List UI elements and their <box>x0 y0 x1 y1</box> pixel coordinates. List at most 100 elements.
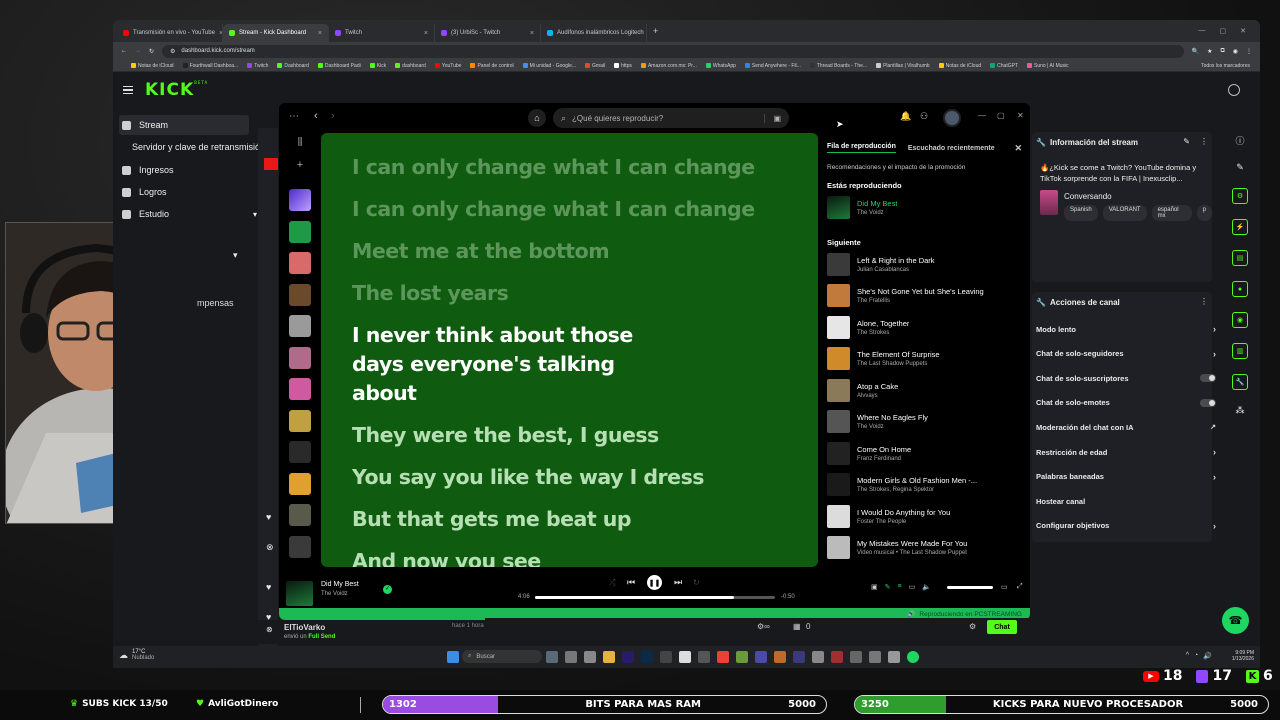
lyric-line[interactable]: You say you like the way I dress <box>352 463 787 492</box>
playlist-cover[interactable] <box>289 189 311 211</box>
channel-action-item[interactable]: Modo lento › <box>1036 318 1216 340</box>
library-icon[interactable]: ⫼ <box>289 137 311 159</box>
nav-item-revenue[interactable]: Ingresos <box>119 160 249 180</box>
chrome-icon[interactable] <box>716 650 729 663</box>
queue-item[interactable]: Alone, Together The Strokes <box>827 312 1022 344</box>
current-lyric-line[interactable]: I never think about those days everyone'… <box>352 321 682 408</box>
minimize-icon[interactable]: — <box>978 111 986 120</box>
lyric-line[interactable]: Meet me at the bottom <box>352 237 787 266</box>
bookmark-item[interactable]: Amazon.com.mx: Pr... <box>640 63 697 69</box>
playlist-cover[interactable] <box>289 252 311 274</box>
browser-tab-kick[interactable]: Stream - Kick Dashboard × <box>223 24 329 42</box>
bookmark-item[interactable]: Notas de iCloud <box>131 63 174 69</box>
nav-item-server-key[interactable]: Servidor y clave de retransmisión <box>119 137 264 157</box>
lyric-line[interactable]: I can only change what I can change <box>352 153 787 182</box>
close-window-icon[interactable]: ✕ <box>1017 111 1024 120</box>
app-icon[interactable] <box>811 650 824 663</box>
bookmark-item[interactable]: Plantillas | Viralhumb <box>876 63 930 69</box>
close-icon[interactable]: ✕ <box>1014 143 1022 154</box>
playlist-cover[interactable] <box>289 441 311 463</box>
chat-settings-icon[interactable]: ⚙ <box>969 622 976 631</box>
nav-item-stream[interactable]: Stream <box>119 115 249 135</box>
playlist-cover[interactable] <box>289 409 311 432</box>
nav-item-achievements[interactable]: Logros <box>119 182 249 202</box>
settings-icon[interactable]: ⚙ <box>1232 188 1248 204</box>
app-icon[interactable] <box>887 650 900 663</box>
heart-icon[interactable]: ♥ <box>266 512 271 522</box>
playlist-cover[interactable] <box>289 346 311 369</box>
bookmark-item[interactable]: Panel de control <box>470 63 514 69</box>
spotify-search-input[interactable]: ⌕ ¿Qué quieres reproducir? ▣ <box>553 108 789 128</box>
bookmark-item[interactable]: dashboard <box>395 63 426 69</box>
playlist-cover[interactable] <box>289 220 311 243</box>
taskview-icon[interactable] <box>545 650 558 663</box>
hamburger-menu-icon[interactable] <box>123 85 133 95</box>
bookmark-item[interactable]: Thread Boards - The... <box>809 63 867 69</box>
queue-item[interactable]: I Would Do Anything for You Foster The Pe… <box>827 501 1022 533</box>
spotify-icon[interactable] <box>906 650 919 663</box>
bookmark-item[interactable]: https <box>614 63 632 69</box>
playlist-cover[interactable] <box>289 535 311 558</box>
all-bookmarks-folder[interactable]: Todos los marcadores <box>1201 63 1260 69</box>
menu-dots-icon[interactable]: ⋯ <box>289 111 299 122</box>
bookmark-item[interactable]: Gmail <box>585 63 605 69</box>
playlist-cover[interactable] <box>289 283 311 306</box>
browser-tab-logitech[interactable]: Audífonos inalámbricos Logitech× <box>541 24 647 42</box>
globe-icon[interactable] <box>1228 84 1240 96</box>
channel-action-item[interactable]: Chat de solo-emotes <box>1036 392 1216 414</box>
channel-action-item[interactable]: Hostear canal <box>1036 490 1216 512</box>
mini-player-icon[interactable]: ▭ <box>1001 583 1008 591</box>
browser-tab-youtube[interactable]: Transmisión en vivo - YouTube × <box>117 24 223 42</box>
chat-username[interactable]: ElTioVarko <box>284 623 325 632</box>
support-button[interactable]: ☎ <box>1222 607 1249 634</box>
category-name[interactable]: Conversando <box>1064 192 1112 201</box>
close-tab-icon[interactable]: × <box>530 30 534 37</box>
close-tab-icon[interactable]: × <box>424 30 428 37</box>
pen-icon[interactable]: ✎ <box>1236 162 1244 173</box>
premiere-icon[interactable] <box>621 650 634 663</box>
extensions-icon[interactable]: ⧉ <box>1220 48 1224 55</box>
back-icon[interactable]: ← <box>121 48 127 54</box>
kick-logo[interactable]: KICKBETA <box>145 80 208 100</box>
app-icon[interactable] <box>564 650 577 663</box>
info-icon[interactable]: ⓘ <box>1235 134 1244 147</box>
queue-item[interactable]: Atop a Cake Alvvays <box>827 375 1022 407</box>
layers-icon[interactable]: ▥ <box>1232 343 1248 359</box>
home-icon[interactable]: ⌂ <box>528 109 546 127</box>
broadcast-icon[interactable]: ◉ <box>1232 312 1248 328</box>
avatar[interactable] <box>943 109 961 127</box>
tool-icon[interactable]: 🔧 <box>1232 374 1248 390</box>
repeat-icon[interactable]: ↻ <box>693 578 700 587</box>
bookmark-item[interactable]: Send Anywhere - Fil... <box>744 63 801 69</box>
site-info-icon[interactable]: ⚙ <box>170 48 175 55</box>
windows-start-icon[interactable] <box>446 650 459 663</box>
points-icon[interactable]: ▦ <box>793 622 801 631</box>
channel-action-item[interactable]: Chat de solo-seguidores › <box>1036 343 1216 365</box>
fullscreen-icon[interactable]: ⤢ <box>1017 583 1023 591</box>
lyric-line[interactable]: The lost years <box>352 279 787 308</box>
app-icon[interactable] <box>773 650 786 663</box>
lyric-line[interactable]: I can only change what I can change <box>352 195 787 224</box>
heart-icon[interactable]: ♥ <box>266 582 271 592</box>
lyric-line[interactable]: But that gets me beat up <box>352 505 787 534</box>
chevron-up-icon[interactable]: ^ <box>1186 652 1189 660</box>
close-circle-icon[interactable]: ⊗ <box>266 625 273 634</box>
app-icon[interactable] <box>697 650 710 663</box>
forward-icon[interactable]: › <box>331 110 335 122</box>
devices-icon[interactable]: ▭ <box>909 583 916 591</box>
bookmark-item[interactable]: Notas de iCloud <box>938 63 981 69</box>
bookmark-item[interactable]: Suno | AI Music <box>1027 63 1069 69</box>
now-playing-view-icon[interactable]: ▣ <box>871 583 878 591</box>
player-track-title[interactable]: Did My Best <box>321 581 359 588</box>
friends-icon[interactable]: ⚇ <box>920 111 928 122</box>
bookmark-item[interactable]: Twitch <box>247 63 268 69</box>
toggle-switch[interactable] <box>1200 398 1216 407</box>
menu-dots-icon[interactable]: ⋮ <box>1246 48 1252 55</box>
pause-button[interactable]: ❚❚ <box>647 575 662 590</box>
queue-item[interactable]: Modern Girls & Old Fashion Men -... The S… <box>827 469 1022 501</box>
url-input[interactable]: ⚙ dashboard.kick.com/stream <box>162 44 1184 58</box>
app-icon[interactable] <box>659 650 672 663</box>
chat-send-button[interactable]: Chat <box>987 620 1017 634</box>
bookmark-item[interactable]: Mi unidad - Google... <box>522 63 576 69</box>
new-tab-button[interactable]: + <box>653 26 658 36</box>
